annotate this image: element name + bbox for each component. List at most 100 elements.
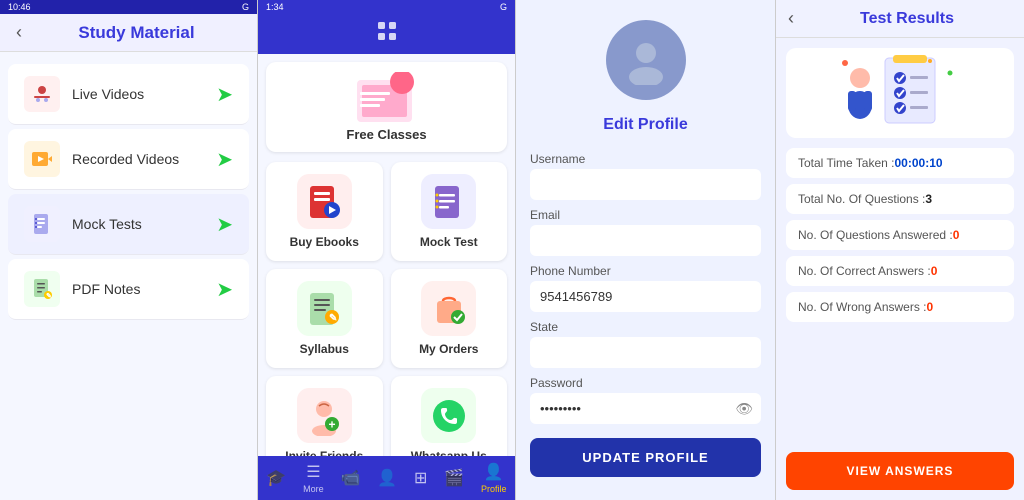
grid-menu-panel: 1:34 G Free Classes — [258, 0, 516, 500]
recorded-videos-arrow: ➤ — [216, 147, 233, 172]
result-row-answered: No. Of Questions Answered : 0 — [786, 220, 1014, 250]
status-bar-p2: 1:34 G — [258, 0, 515, 14]
menu-item-live-videos[interactable]: Live Videos ➤ — [8, 64, 249, 125]
live-videos-label: Live Videos — [72, 86, 216, 102]
correct-answers-value: 0 — [931, 264, 938, 278]
avatar-section — [516, 0, 775, 110]
svg-text:+: + — [329, 417, 336, 431]
view-answers-button[interactable]: VIEW ANSWERS — [786, 452, 1014, 490]
nav-home[interactable]: 🎓 — [266, 468, 286, 488]
edit-profile-title: Edit Profile — [516, 110, 775, 144]
nav-profile-end-label: Profile — [481, 484, 507, 494]
mock-tests-arrow: ➤ — [216, 212, 233, 237]
menu-item-pdf-notes[interactable]: ✎ PDF Notes ➤ — [8, 259, 249, 320]
whatsapp-us-icon — [421, 388, 476, 443]
panel1-header: ‹ Study Material — [0, 14, 257, 52]
free-classes-illustration — [352, 72, 422, 127]
my-orders-icon — [421, 281, 476, 336]
state-label: State — [530, 320, 761, 334]
result-row-correct: No. Of Correct Answers : 0 — [786, 256, 1014, 286]
study-material-panel: 10:46 G ‹ Study Material Live Videos ➤ — [0, 0, 258, 500]
phone-input[interactable] — [530, 281, 761, 312]
test-results-panel: ‹ Test Results — [776, 0, 1024, 500]
result-row-time: Total Time Taken : 00:00:10 — [786, 148, 1014, 178]
username-input[interactable] — [530, 169, 761, 200]
free-classes-banner[interactable]: Free Classes — [266, 62, 507, 152]
panel4-header: ‹ Test Results — [776, 0, 1024, 38]
mock-tests-icon — [24, 206, 60, 242]
questions-answered-label: No. Of Questions Answered : — [798, 228, 953, 242]
update-profile-button[interactable]: UPDATE PROFILE — [530, 438, 761, 477]
grid-item-syllabus[interactable]: ✎ Syllabus — [266, 269, 383, 368]
result-row-wrong: No. Of Wrong Answers : 0 — [786, 292, 1014, 322]
status-time-p2: 1:34 — [266, 2, 284, 12]
invite-friends-label: Invite Friends — [285, 449, 363, 456]
nav-grid-btn[interactable]: ⊞ — [414, 468, 427, 488]
recorded-videos-label: Recorded Videos — [72, 151, 216, 167]
grid-item-whatsapp-us[interactable]: Whatsapp Us — [391, 376, 508, 456]
buy-ebooks-label: Buy Ebooks — [290, 235, 359, 249]
panel1-title: Study Material — [32, 23, 241, 43]
grid-items-container: Buy Ebooks Mock Test — [266, 162, 507, 456]
total-questions-value: 3 — [925, 192, 932, 206]
status-time-p1: 10:46 — [8, 2, 31, 12]
my-orders-label: My Orders — [419, 342, 478, 356]
mock-test-icon — [421, 174, 476, 229]
grid-item-mock-test[interactable]: Mock Test — [391, 162, 508, 261]
bottom-nav: 🎓 ☰ More 📹 👤 ⊞ 🎬 👤 Profile — [258, 456, 515, 500]
phone-label: Phone Number — [530, 264, 761, 278]
menu-list: Live Videos ➤ Recorded Videos ➤ — [0, 52, 257, 500]
live-videos-icon — [24, 76, 60, 112]
nav-profile-end[interactable]: 👤 Profile — [481, 462, 507, 494]
mock-tests-label: Mock Tests — [72, 216, 216, 232]
nav-videos2[interactable]: 🎬 — [444, 468, 464, 488]
syllabus-label: Syllabus — [300, 342, 349, 356]
state-input[interactable] — [530, 337, 761, 368]
recorded-videos-icon — [24, 141, 60, 177]
username-label: Username — [530, 152, 761, 166]
menu-item-mock-tests[interactable]: Mock Tests ➤ — [8, 194, 249, 255]
nav-more[interactable]: ☰ More — [303, 462, 324, 494]
nav-profile-mid[interactable]: 👤 — [377, 468, 397, 488]
grid-item-buy-ebooks[interactable]: Buy Ebooks — [266, 162, 383, 261]
nav-grid-icon: ⊞ — [414, 468, 427, 488]
live-videos-arrow: ➤ — [216, 82, 233, 107]
pdf-notes-label: PDF Notes — [72, 281, 216, 297]
svg-text:✎: ✎ — [46, 292, 52, 300]
nav-profile-end-icon: 👤 — [484, 462, 504, 482]
syllabus-icon: ✎ — [297, 281, 352, 336]
nav-more-label: More — [303, 484, 324, 494]
back-button-p1[interactable]: ‹ — [16, 22, 22, 43]
nav-profile-mid-icon: 👤 — [377, 468, 397, 488]
password-input[interactable] — [530, 393, 761, 424]
results-illustration — [786, 48, 1014, 138]
panel2-header — [258, 14, 515, 54]
status-icons-p1: G — [242, 2, 249, 12]
test-results-title: Test Results — [802, 10, 1012, 28]
email-input[interactable] — [530, 225, 761, 256]
pdf-notes-arrow: ➤ — [216, 277, 233, 302]
nav-video-icon: 📹 — [341, 468, 361, 488]
buy-ebooks-icon — [297, 174, 352, 229]
apps-icon — [376, 20, 398, 48]
total-time-value: 00:00:10 — [895, 156, 943, 170]
whatsapp-us-label: Whatsapp Us — [411, 449, 487, 456]
free-classes-label: Free Classes — [346, 127, 426, 142]
email-label: Email — [530, 208, 761, 222]
status-bar-p1: 10:46 G — [0, 0, 257, 14]
nav-more-icon: ☰ — [306, 462, 320, 482]
back-button-p4[interactable]: ‹ — [788, 8, 794, 29]
grid-item-invite-friends[interactable]: + Invite Friends — [266, 376, 383, 456]
questions-answered-value: 0 — [953, 228, 960, 242]
password-row: 👁 — [530, 393, 761, 424]
grid-item-my-orders[interactable]: My Orders — [391, 269, 508, 368]
panel2-content: Free Classes Buy Ebooks — [258, 54, 515, 456]
eye-icon[interactable]: 👁 — [735, 400, 753, 417]
nav-video[interactable]: 📹 — [341, 468, 361, 488]
profile-form: Username Email Phone Number State Passwo… — [516, 144, 775, 487]
results-content: Total Time Taken : 00:00:10 Total No. Of… — [776, 148, 1024, 446]
pdf-notes-icon: ✎ — [24, 271, 60, 307]
password-label: Password — [530, 376, 761, 390]
avatar — [606, 20, 686, 100]
menu-item-recorded-videos[interactable]: Recorded Videos ➤ — [8, 129, 249, 190]
